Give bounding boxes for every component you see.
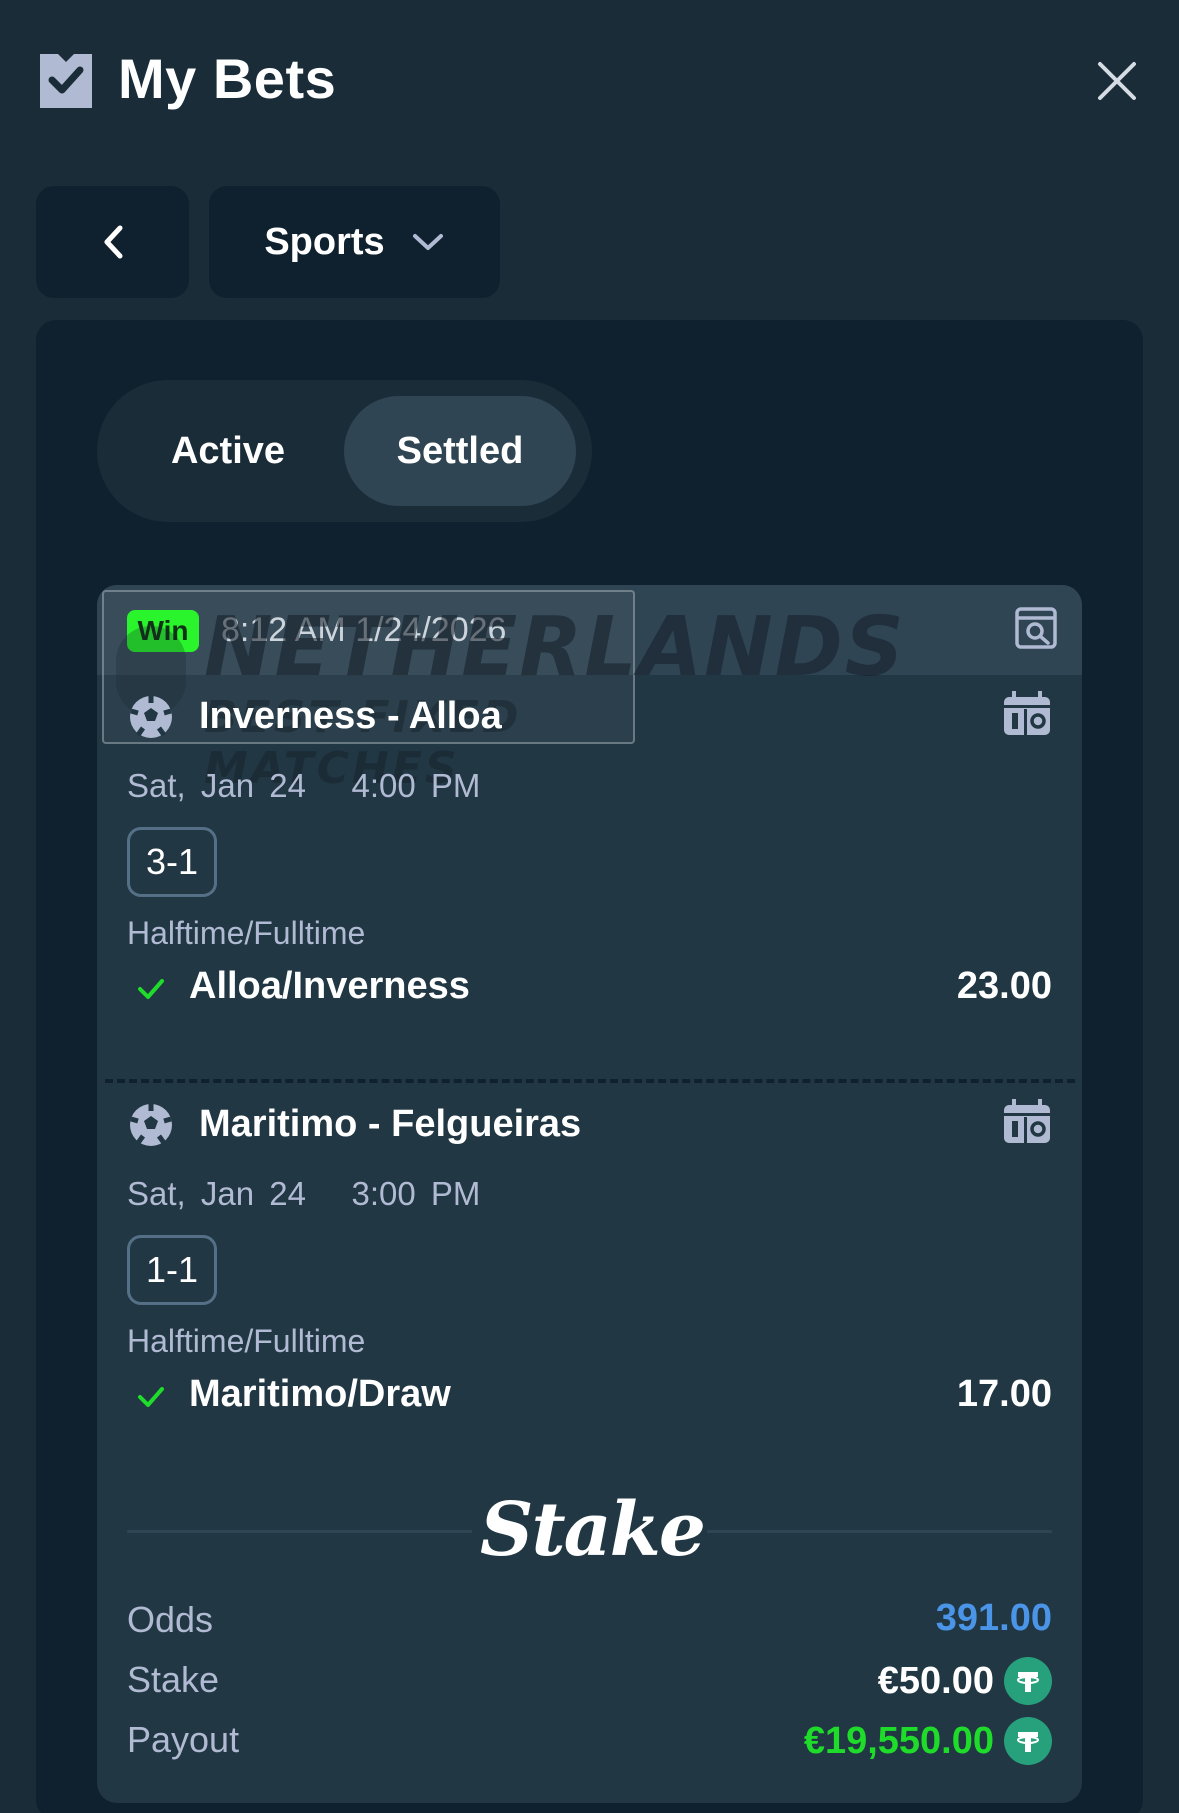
page-title: My Bets <box>118 47 337 110</box>
match-time: 3:00 PM <box>351 1175 481 1212</box>
stake-label: Stake <box>127 1659 220 1700</box>
check-icon <box>138 979 164 999</box>
market-name: Halftime/Fulltime <box>127 915 366 951</box>
chevron-down-icon <box>412 234 443 250</box>
match-datetime: Sat, Jan 24 3:00 PM <box>127 1175 480 1213</box>
bet-details-search-icon[interactable] <box>1015 607 1057 649</box>
match-date: Sat, Jan 24 <box>127 1175 306 1212</box>
close-icon[interactable] <box>1092 56 1142 106</box>
soccer-ball-icon <box>130 696 172 738</box>
soccer-ball-icon <box>130 1104 172 1146</box>
summary-stake-row: Stake €50.00 <box>127 1653 1052 1709</box>
brand-divider-right <box>707 1530 1052 1533</box>
total-odds: 391.00 <box>935 1597 1052 1639</box>
chevron-left-icon <box>104 225 122 259</box>
payout-amount: €19,550.00 <box>803 1719 994 1762</box>
stake-logo: Stake <box>480 1487 706 1573</box>
stats-board-icon[interactable] <box>1002 691 1052 737</box>
summary-odds-row: Odds 391.00 <box>127 1593 1052 1649</box>
score-badge: 3-1 <box>127 827 217 897</box>
ticket-icon <box>40 54 92 108</box>
bet-card-header: Win 8:12 AM 1/24/2026 <box>97 585 1082 675</box>
selection-name: Alloa/Inverness <box>189 965 470 1007</box>
bet-timestamp: 8:12 AM 1/24/2026 <box>221 611 507 649</box>
match-date: Sat, Jan 24 <box>127 767 306 804</box>
bet-card[interactable]: Win 8:12 AM 1/24/2026 NETHERLANDS BEST F… <box>97 585 1082 1803</box>
score-badge: 1-1 <box>127 1235 217 1305</box>
bet-status-tabs: Active Settled <box>97 380 592 522</box>
market-name: Halftime/Fulltime <box>127 1323 366 1359</box>
tab-active[interactable]: Active <box>113 396 343 506</box>
back-button[interactable] <box>36 186 189 298</box>
payout-label: Payout <box>127 1719 240 1760</box>
summary-payout-row: Payout €19,550.00 <box>127 1713 1052 1769</box>
stats-board-icon[interactable] <box>1002 1099 1052 1145</box>
sports-dropdown-label: Sports <box>264 220 385 263</box>
odds-label: Odds <box>127 1599 214 1640</box>
sports-dropdown[interactable]: Sports <box>209 186 500 298</box>
tab-settled[interactable]: Settled <box>344 396 576 506</box>
leg-odds: 17.00 <box>956 1373 1052 1415</box>
check-icon <box>138 1387 164 1407</box>
match-name[interactable]: Inverness - Alloa <box>199 695 502 738</box>
brand-divider-left <box>127 1530 472 1533</box>
tether-coin-icon <box>1004 1657 1052 1705</box>
header: My Bets <box>0 0 1179 160</box>
payout-amount-wrap: €19,550.00 <box>804 1717 1052 1765</box>
status-badge: Win <box>127 610 199 652</box>
match-name[interactable]: Maritimo - Felgueiras <box>199 1103 581 1146</box>
stake-amount: €50.00 <box>877 1659 994 1702</box>
match-datetime: Sat, Jan 24 4:00 PM <box>127 767 480 805</box>
leg-odds: 23.00 <box>956 965 1052 1007</box>
leg-divider <box>105 1079 1075 1083</box>
match-time: 4:00 PM <box>351 767 481 804</box>
selection-name: Maritimo/Draw <box>189 1373 451 1415</box>
stake-amount-wrap: €50.00 <box>878 1657 1052 1705</box>
tether-coin-icon <box>1004 1717 1052 1765</box>
brand-row: Stake <box>127 1485 1052 1585</box>
